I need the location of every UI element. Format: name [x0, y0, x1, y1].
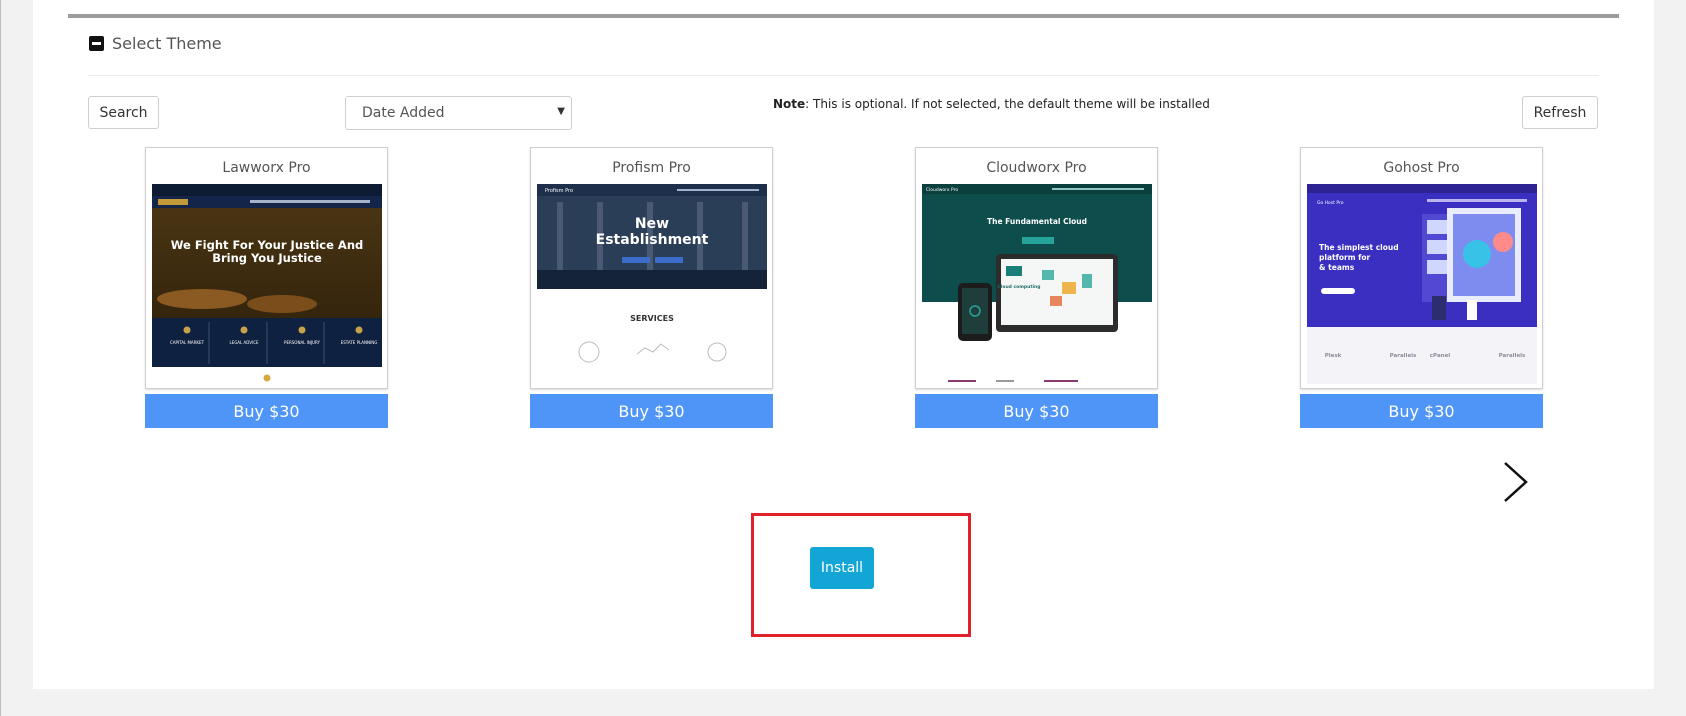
preview-logo: Parallels	[1499, 353, 1526, 359]
preview-headline: The simplest cloud	[1319, 243, 1399, 252]
chevron-right-icon[interactable]	[1500, 460, 1530, 504]
minus-square-icon[interactable]	[89, 36, 104, 51]
theme-preview-image[interactable]: Cloudworx Pro The Fundamental Cloud Clou…	[922, 184, 1152, 384]
search-button[interactable]: Search	[88, 96, 159, 129]
preview-headline: We Fight For Your Justice And	[171, 238, 364, 252]
preview-headline: The Fundamental Cloud	[987, 217, 1087, 226]
buy-button[interactable]: Buy $30	[530, 394, 773, 428]
preview-brand: Profism Pro	[545, 188, 573, 194]
install-button[interactable]: Install	[810, 547, 874, 589]
top-divider	[68, 14, 1619, 18]
sort-select-value: Date Added	[362, 105, 445, 121]
sort-select[interactable]: Date Added ▼	[345, 96, 572, 130]
note-label: Note	[773, 97, 806, 111]
preview-logo: Parallels	[1390, 353, 1417, 359]
preview-logo: cPanel	[1430, 353, 1451, 359]
preview-headline: Bring You Justice	[212, 251, 322, 265]
preview-headline: platform for	[1319, 253, 1371, 262]
theme-card-gohost-pro[interactable]: Gohost Pro Plesk Parallels cPanel Parall…	[1300, 147, 1543, 389]
theme-preview-image[interactable]: Profism Pro New Establishment SERVICES	[537, 184, 767, 384]
buy-button[interactable]: Buy $30	[915, 394, 1158, 428]
preview-feature: CAPITAL MARKET	[170, 340, 205, 345]
preview-feature: LEGAL ADVICE	[229, 340, 259, 345]
preview-headline: Establishment	[596, 232, 709, 248]
theme-card-lawworx-pro[interactable]: Lawworx Pro We Fight For Your Justice An…	[145, 147, 388, 389]
refresh-button[interactable]: Refresh	[1522, 96, 1598, 129]
preview-device-text: Cloud computing	[998, 284, 1041, 290]
theme-card-title: Gohost Pro	[1383, 160, 1460, 176]
section-title: Select Theme	[112, 34, 222, 53]
preview-headline: New	[635, 216, 669, 232]
preview-section-title: SERVICES	[630, 314, 674, 323]
note-text: : This is optional. If not selected, the…	[805, 97, 1210, 111]
theme-card-profism-pro[interactable]: Profism Pro Profism Pro New Establishmen…	[530, 147, 773, 389]
preview-brand: Cloudworx Pro	[926, 187, 958, 193]
theme-preview-image[interactable]: We Fight For Your Justice And Bring You …	[152, 184, 382, 384]
preview-feature: PERSONAL INJURY	[284, 340, 320, 345]
optional-note: Note: This is optional. If not selected,…	[773, 97, 1210, 111]
buy-button[interactable]: Buy $30	[1300, 394, 1543, 428]
section-header[interactable]: Select Theme	[89, 34, 222, 53]
preview-brand: Go Host Pro	[1317, 200, 1344, 206]
theme-card-title: Lawworx Pro	[222, 160, 311, 176]
theme-card-cloudworx-pro[interactable]: Cloudworx Pro Cloudworx Pro The Fundamen…	[915, 147, 1158, 389]
caret-down-icon: ▼	[557, 106, 565, 117]
header-divider	[88, 75, 1599, 76]
preview-feature: ESTATE PLANNING	[341, 340, 378, 345]
theme-card-title: Profism Pro	[612, 160, 691, 176]
page-left-border	[0, 0, 1, 716]
buy-button[interactable]: Buy $30	[145, 394, 388, 428]
preview-logo: Plesk	[1325, 353, 1342, 359]
preview-headline: & teams	[1319, 263, 1355, 272]
theme-card-title: Cloudworx Pro	[986, 160, 1087, 176]
theme-preview-image[interactable]: Plesk Parallels cPanel Parallels Go Host…	[1307, 184, 1537, 384]
